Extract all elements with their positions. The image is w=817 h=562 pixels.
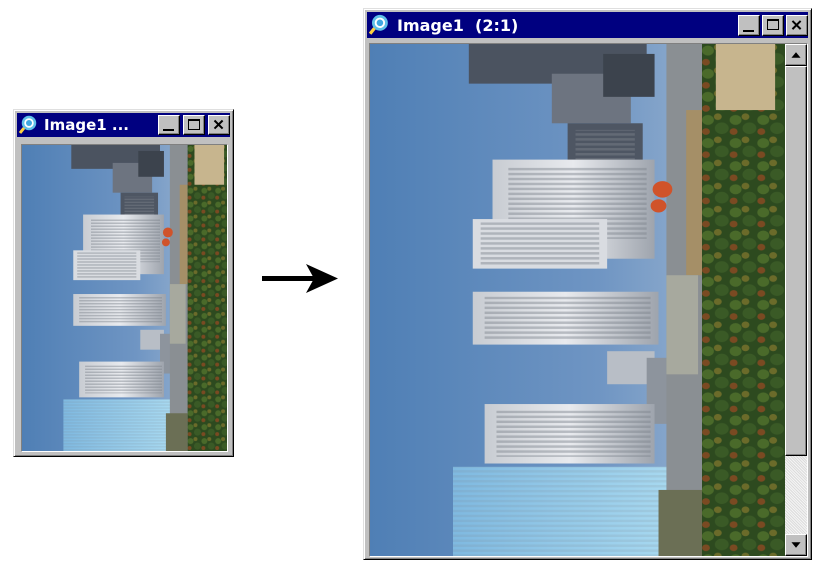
small-window-title: Image1 ...: [44, 116, 129, 134]
small-window-image-area[interactable]: [21, 144, 228, 452]
large-image-window: Image1 (2:1): [363, 8, 812, 560]
large-window-controls: [736, 14, 808, 36]
close-icon: [791, 19, 802, 30]
maximize-button[interactable]: [762, 14, 784, 36]
large-window-title: Image1 (2:1): [397, 15, 519, 35]
city-photo-small: [22, 145, 227, 451]
scrollbar-thumb[interactable]: [785, 66, 807, 456]
scroll-up-button[interactable]: [785, 44, 807, 66]
right-arrow-icon: [262, 264, 338, 293]
up-arrow-icon: [791, 52, 801, 58]
magnifier-icon: [369, 14, 393, 36]
small-window-titlebar[interactable]: Image1 ...: [17, 113, 230, 137]
city-photo-large: [370, 44, 785, 556]
maximize-button[interactable]: [183, 115, 205, 135]
minimize-button[interactable]: [738, 14, 760, 36]
small-window-controls: [158, 115, 230, 135]
small-image-window: Image1 ...: [13, 109, 234, 457]
large-window-image-area[interactable]: [369, 43, 808, 557]
close-button[interactable]: [786, 14, 808, 36]
large-window-titlebar[interactable]: Image1 (2:1): [367, 12, 808, 38]
vertical-scrollbar[interactable]: [785, 44, 807, 556]
minimize-button[interactable]: [158, 115, 180, 135]
down-arrow-icon: [791, 542, 801, 548]
magnifier-icon: [19, 115, 41, 135]
scroll-down-button[interactable]: [785, 534, 807, 556]
close-icon: [213, 119, 224, 130]
close-button[interactable]: [208, 115, 230, 135]
